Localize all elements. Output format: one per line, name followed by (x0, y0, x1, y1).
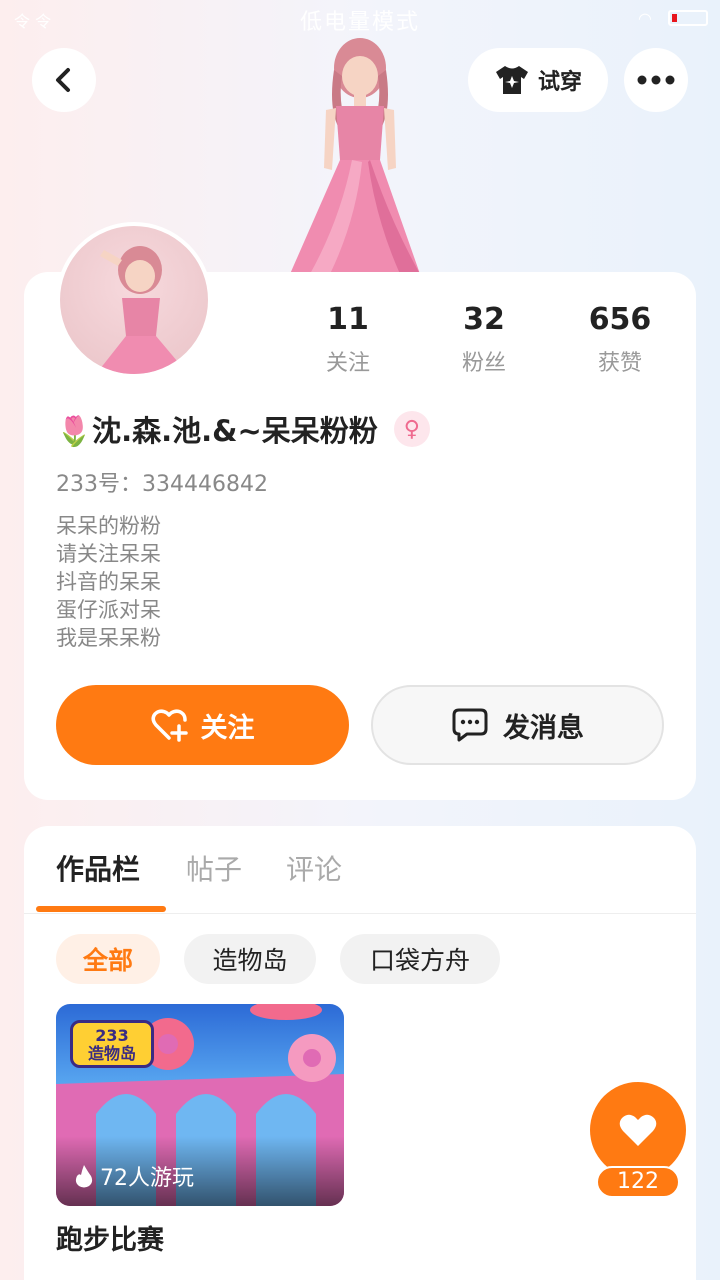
players-count: 72人游玩 (74, 1160, 194, 1192)
username-row: 🌷沈.森.池.&~呆呆粉粉 ♀ (56, 408, 430, 450)
avatar-figure (96, 246, 188, 374)
bio-line: 抖音的呆呆 (56, 570, 161, 594)
like-button[interactable] (590, 1082, 686, 1178)
bio-line: 蛋仔派对呆 (56, 598, 161, 622)
tab-indicator (36, 906, 166, 912)
game-logo: 233 造物岛 (70, 1020, 154, 1068)
filter-island[interactable]: 造物岛 (184, 934, 316, 984)
stat-value: 11 (327, 302, 369, 337)
username: 🌷沈.森.池.&~呆呆粉粉 (56, 414, 378, 448)
user-id: 233号：334446842 (56, 472, 268, 497)
tab-works[interactable]: 作品栏 (56, 848, 140, 888)
tab-bar: 作品栏 帖子 评论 (24, 826, 696, 914)
players-label: 72人游玩 (100, 1166, 194, 1191)
game-logo-bottom: 造物岛 (87, 1044, 136, 1063)
stats-row: 11 关注 32 粉丝 656 获赞 (280, 302, 690, 377)
stat-likes[interactable]: 656 获赞 (552, 302, 688, 377)
bio-line: 我是呆呆粉 (56, 626, 161, 650)
game-title[interactable]: 跑步比赛 (56, 1218, 164, 1257)
stat-value: 656 (588, 302, 652, 337)
tab-comments[interactable]: 评论 (286, 848, 342, 888)
more-button[interactable] (624, 48, 688, 112)
stat-label: 获赞 (597, 351, 642, 376)
more-dots-icon (637, 75, 675, 85)
stat-followers[interactable]: 32 粉丝 (416, 302, 552, 377)
avatar-3d-figure (290, 38, 420, 274)
stat-value: 32 (463, 302, 505, 337)
bio-line: 呆呆的粉粉 (56, 514, 161, 538)
like-count: 122 (596, 1166, 680, 1198)
try-on-button[interactable]: 试穿 (468, 48, 608, 112)
try-on-label: 试穿 (537, 70, 582, 95)
battery-icon (668, 10, 708, 26)
stat-label: 粉丝 (461, 351, 506, 376)
heart-plus-icon (151, 709, 188, 742)
chevron-left-icon (56, 68, 70, 92)
flame-icon (75, 1165, 93, 1188)
filter-all[interactable]: 全部 (56, 934, 160, 984)
message-label: 发消息 (503, 712, 584, 744)
game-card[interactable]: 233 造物岛 72人游玩 (56, 1004, 344, 1206)
stat-following[interactable]: 11 关注 (280, 302, 416, 377)
filter-ark[interactable]: 口袋方舟 (340, 934, 500, 984)
message-button[interactable]: 发消息 (371, 685, 664, 765)
avatar[interactable] (56, 222, 212, 378)
heart-icon (619, 1114, 657, 1146)
tab-posts[interactable]: 帖子 (186, 848, 242, 888)
shirt-sparkle-icon (495, 66, 528, 94)
chat-bubble-icon (452, 708, 488, 742)
bio: 呆呆的粉粉 请关注呆呆 抖音的呆呆 蛋仔派对呆 我是呆呆粉 (56, 512, 161, 652)
follow-label: 关注 (200, 712, 255, 744)
wifi-icon: ◠ (638, 9, 652, 28)
game-logo-top: 233 (95, 1026, 129, 1045)
follow-button[interactable]: 关注 (56, 685, 349, 765)
bio-line: 请关注呆呆 (56, 542, 161, 566)
stat-label: 关注 (325, 351, 370, 376)
back-button[interactable] (32, 48, 96, 112)
female-icon: ♀ (393, 411, 430, 447)
